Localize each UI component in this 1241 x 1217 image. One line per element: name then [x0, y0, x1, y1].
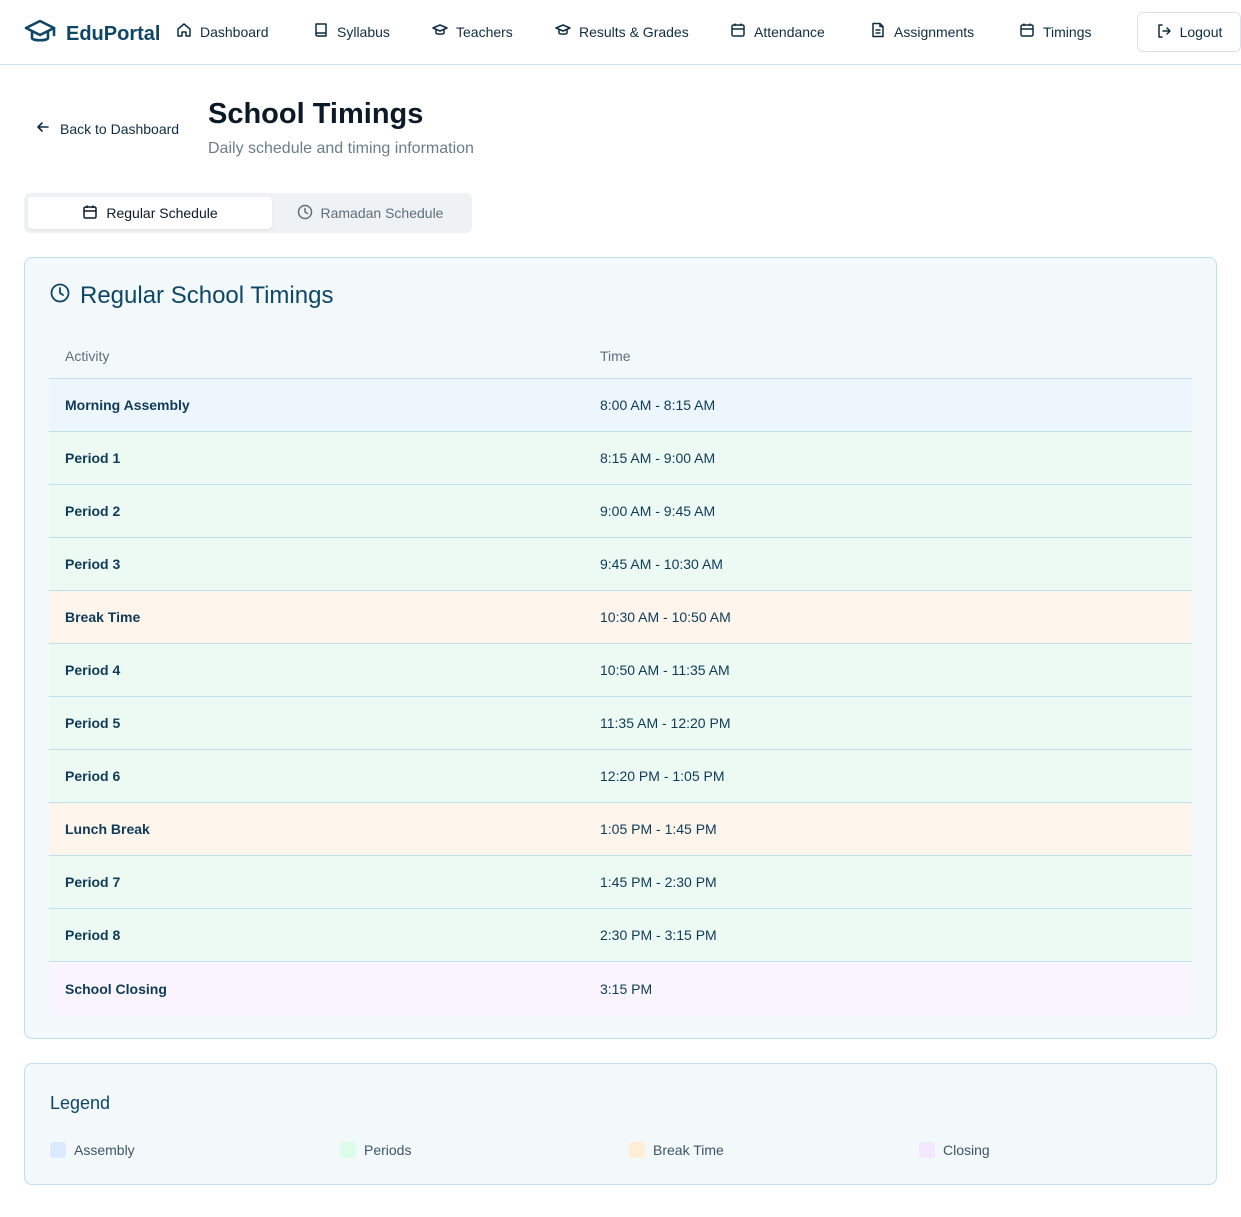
legend-swatch [919, 1142, 935, 1158]
legend-title: Legend [50, 1093, 111, 1113]
table-row: Period 2 9:00 AM - 9:45 AM [49, 485, 1192, 538]
calendar-icon [82, 204, 98, 223]
legend-swatch [340, 1142, 356, 1158]
legend-swatch [50, 1142, 66, 1158]
activity-cell: Break Time [65, 609, 141, 625]
nav-attendance[interactable]: Attendance [730, 22, 825, 41]
page-title: School Timings [208, 98, 424, 130]
calendar-icon [1019, 22, 1035, 41]
back-label: Back to Dashboard [60, 120, 180, 137]
legend-item-break-time: Break Time [629, 1142, 724, 1158]
nav-label: Results & Grades [579, 23, 689, 40]
activity-cell: Period 2 [65, 503, 121, 519]
activity-cell: Period 5 [65, 715, 121, 731]
time-cell: 1:45 PM - 2:30 PM [600, 874, 717, 890]
legend-swatch [629, 1142, 645, 1158]
graduation-cap-icon [555, 22, 571, 41]
nav-dashboard[interactable]: Dashboard [176, 22, 269, 41]
nav-teachers[interactable]: Teachers [432, 22, 513, 41]
nav-assignments[interactable]: Assignments [870, 22, 974, 41]
document-icon [870, 22, 886, 41]
table-row: Period 1 8:15 AM - 9:00 AM [49, 432, 1192, 485]
activity-cell: Period 4 [65, 662, 121, 678]
table-row: Period 7 1:45 PM - 2:30 PM [49, 856, 1192, 909]
timings-card: Regular School Timings Activity Time Mor… [24, 257, 1217, 1039]
nav-label: Timings [1043, 23, 1092, 40]
nav-timings[interactable]: Timings [1019, 22, 1092, 41]
time-cell: 8:15 AM - 9:00 AM [600, 450, 716, 466]
schedule-tabs: Regular Schedule Ramadan Schedule [24, 193, 472, 233]
nav-label: Teachers [456, 23, 513, 40]
table-row: Break Time 10:30 AM - 10:50 AM [49, 591, 1192, 644]
graduation-cap-icon [24, 18, 56, 51]
table-row: Period 6 12:20 PM - 1:05 PM [49, 750, 1192, 803]
page-subtitle: Daily schedule and timing information [208, 140, 474, 157]
table-body: Morning Assembly 8:00 AM - 8:15 AM Period … [49, 379, 1192, 1015]
card-title-text: Regular School Timings [80, 282, 334, 309]
table-row: Morning Assembly 8:00 AM - 8:15 AM [49, 379, 1192, 432]
time-cell: 9:00 AM - 9:45 AM [600, 503, 716, 519]
time-cell: 2:30 PM - 3:15 PM [600, 927, 717, 943]
table-header: Activity Time [49, 334, 1192, 379]
activity-cell: Period 6 [65, 768, 121, 784]
brand-logo[interactable]: EduPortal [24, 18, 160, 51]
nav-label: Attendance [754, 23, 825, 40]
activity-cell: Period 8 [65, 927, 121, 943]
activity-cell: Period 3 [65, 556, 121, 572]
arrow-left-icon [36, 120, 50, 137]
graduation-cap-icon [432, 22, 448, 41]
clock-icon [297, 204, 313, 223]
nav-label: Dashboard [200, 23, 269, 40]
header-time: Time [600, 348, 631, 364]
logout-button[interactable]: Logout [1137, 12, 1241, 52]
calendar-icon [730, 22, 746, 41]
nav-results-grades[interactable]: Results & Grades [555, 22, 689, 41]
tab-label: Regular Schedule [106, 205, 218, 221]
legend-label: Assembly [74, 1142, 135, 1158]
logout-label: Logout [1179, 24, 1223, 40]
tab-label: Ramadan Schedule [320, 205, 444, 221]
activity-cell: Period 7 [65, 874, 121, 890]
activity-cell: School Closing [65, 980, 167, 997]
legend-label: Closing [943, 1142, 990, 1158]
legend-item-periods: Periods [340, 1142, 411, 1158]
top-navbar: EduPortal Dashboard Syllabus Teachers Re… [0, 0, 1241, 65]
nav-label: Syllabus [337, 23, 390, 40]
time-cell: 8:00 AM - 8:15 AM [600, 397, 716, 413]
time-cell: 3:15 PM [600, 980, 653, 997]
logout-icon [1156, 23, 1172, 42]
book-icon [313, 22, 329, 41]
table-row: Lunch Break 1:05 PM - 1:45 PM [49, 803, 1192, 856]
tab-ramadan-schedule[interactable]: Ramadan Schedule [272, 197, 468, 229]
activity-cell: Lunch Break [65, 821, 150, 837]
timings-table: Activity Time Morning Assembly 8:00 AM - … [49, 334, 1192, 1015]
nav-label: Assignments [894, 23, 975, 40]
activity-cell: Period 1 [65, 450, 121, 466]
home-icon [176, 22, 192, 41]
back-to-dashboard-link[interactable]: Back to Dashboard [36, 120, 179, 137]
legend-label: Break Time [653, 1142, 724, 1158]
table-row: Period 5 11:35 AM - 12:20 PM [49, 697, 1192, 750]
time-cell: 1:05 PM - 1:45 PM [600, 821, 717, 837]
table-row: Period 8 2:30 PM - 3:15 PM [49, 909, 1192, 962]
legend-card: Legend Assembly Periods Break Time Closi… [24, 1063, 1217, 1185]
table-row: Period 3 9:45 AM - 10:30 AM [49, 538, 1192, 591]
legend-item-assembly: Assembly [50, 1142, 135, 1158]
time-cell: 10:50 AM - 11:35 AM [600, 662, 730, 678]
nav-syllabus[interactable]: Syllabus [313, 22, 390, 41]
brand-name: EduPortal [66, 23, 161, 45]
time-cell: 10:30 AM - 10:50 AM [600, 609, 731, 625]
legend-item-closing: Closing [919, 1142, 990, 1158]
tab-regular-schedule[interactable]: Regular Schedule [28, 197, 272, 229]
table-row: Period 4 10:50 AM - 11:35 AM [49, 644, 1192, 697]
clock-icon [50, 282, 70, 310]
time-cell: 11:35 AM - 12:20 PM [600, 715, 731, 731]
time-cell: 9:45 AM - 10:30 AM [600, 556, 723, 572]
time-cell: 12:20 PM - 1:05 PM [600, 768, 725, 784]
legend-label: Periods [364, 1142, 412, 1158]
card-title: Regular School Timings [50, 282, 333, 310]
table-row: School Closing 3:15 PM [49, 962, 1192, 1015]
header-activity: Activity [65, 348, 110, 364]
activity-cell: Morning Assembly [65, 397, 190, 413]
